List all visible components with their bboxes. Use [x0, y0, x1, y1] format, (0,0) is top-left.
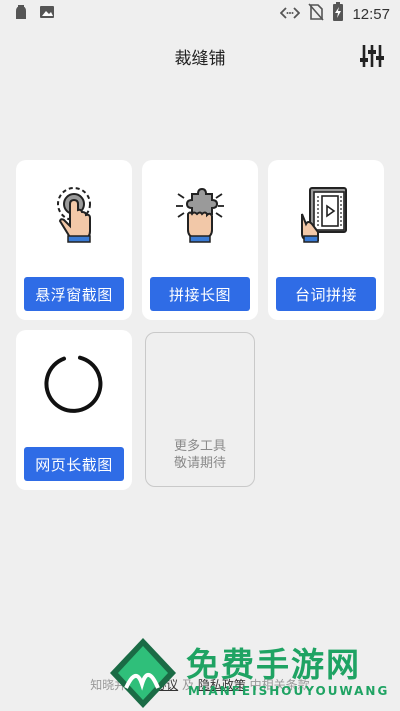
- more-tools-line2: 敬请期待: [173, 456, 226, 471]
- watermark: 免费手游网 MIANFEISHOUYOUWANG: [108, 636, 400, 711]
- agreement-footer: 知晓并同意 协议 及 隐私政策 中相关条款: [0, 676, 400, 696]
- app-bar: 裁缝铺: [0, 36, 400, 76]
- floating-screenshot-button[interactable]: 悬浮窗截图: [24, 277, 124, 311]
- no-sim-icon: [308, 3, 325, 25]
- page-title: 裁缝铺: [174, 48, 226, 69]
- watermark-logo-icon: [110, 638, 176, 708]
- tap-gesture-icon: [44, 184, 104, 244]
- battery-charging-icon: [332, 2, 344, 26]
- tool-card-stitch-long-image[interactable]: 拼接长图: [142, 160, 258, 320]
- image-icon: [38, 3, 56, 25]
- loading-circle-icon: [44, 354, 104, 414]
- sliders-icon: [358, 45, 386, 74]
- more-tools-line1: 更多工具: [173, 439, 226, 454]
- puzzle-hand-icon: [170, 184, 230, 244]
- stitch-long-image-button[interactable]: 拼接长图: [150, 277, 250, 311]
- clock: 12:57: [352, 5, 390, 23]
- settings-button[interactable]: [358, 42, 386, 70]
- privacy-policy-link[interactable]: 隐私政策: [198, 678, 246, 692]
- tool-card-webpage-screenshot[interactable]: 网页长截图: [16, 330, 132, 490]
- webpage-screenshot-button[interactable]: 网页长截图: [24, 447, 124, 481]
- footer-suffix: 中相关条款: [249, 678, 310, 692]
- subtitle-stitch-button[interactable]: 台词拼接: [276, 277, 376, 311]
- agreement-link[interactable]: 协议: [154, 678, 178, 692]
- footer-prefix: 知晓并同意: [90, 678, 151, 692]
- tool-card-subtitle-stitch[interactable]: 台词拼接: [268, 160, 384, 320]
- code-icon: [280, 5, 301, 24]
- app-notification-icon: [12, 3, 30, 25]
- more-tools-placeholder: 更多工具 敬请期待: [145, 332, 255, 487]
- status-bar: 12:57: [0, 0, 400, 28]
- tool-card-floating-screenshot[interactable]: 悬浮窗截图: [16, 160, 132, 320]
- footer-and: 及: [181, 678, 194, 692]
- film-book-icon: [296, 184, 356, 244]
